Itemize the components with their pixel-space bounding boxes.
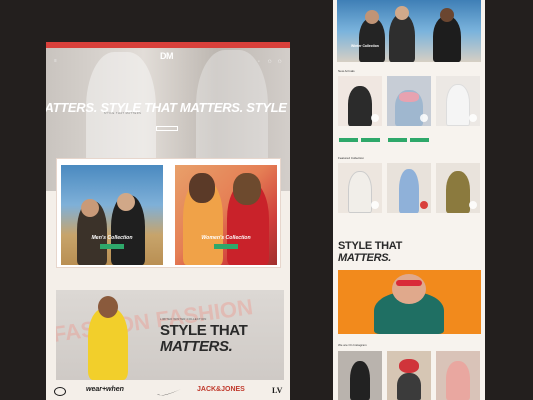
buy-now-button[interactable] (410, 138, 429, 142)
winter-model-1 (359, 18, 385, 62)
new-arrivals-heading: New Arrivals (338, 69, 355, 73)
hero-marquee-text: MATTERS. STYLE THAT MATTERS. STYLE THAT (46, 100, 290, 115)
collections-section: Men's Collection Women's Collection (56, 158, 281, 268)
wishlist-icon[interactable] (420, 114, 428, 122)
instagram-photo-hat (399, 359, 419, 373)
product-flowers (399, 92, 419, 102)
promo-link[interactable] (160, 362, 161, 365)
add-to-cart-button[interactable] (388, 138, 407, 142)
product-card[interactable] (436, 163, 480, 233)
promo-title-line2: MATTERS. (160, 338, 233, 355)
featured-collection-heading: Featured Collection (338, 156, 365, 160)
hero-shop-button[interactable] (156, 126, 178, 131)
instagram-photo-model (446, 361, 470, 400)
instagram-heading: We are On Instagram (338, 343, 367, 347)
wishlist-icon[interactable] (469, 114, 477, 122)
product-card[interactable] (387, 163, 431, 233)
user-icon[interactable]: ◯ (268, 59, 271, 63)
buy-now-button[interactable] (361, 138, 380, 142)
gucci-logo[interactable] (54, 387, 66, 396)
winter-collection-banner[interactable]: Winter Collection (337, 0, 481, 62)
lv-logo[interactable]: LV (272, 386, 282, 395)
add-to-cart-button[interactable] (339, 138, 358, 142)
mobile-big-title-line2: MATTERS. (338, 252, 392, 264)
winter-model-2 (389, 14, 415, 62)
wishlist-icon[interactable] (371, 114, 379, 122)
instagram-photo[interactable] (338, 351, 382, 400)
mobile-big-title-line1: STYLE THAT (338, 240, 403, 252)
brand-strip: wear+when JACK&JONES LV (46, 382, 290, 400)
promo-model-outfit (88, 308, 128, 380)
womens-collection-title: Women's Collection (201, 235, 251, 241)
winter-collection-label: Winter Collection (351, 44, 379, 48)
promo-eyebrow: LIMITED WINTER COLLECTION (160, 317, 207, 321)
product-card[interactable] (338, 163, 382, 233)
feature-model-sunglasses (396, 280, 422, 286)
mens-collection-title: Men's Collection (91, 235, 133, 241)
mens-collection-card[interactable]: Men's Collection (61, 165, 163, 265)
product-model (348, 171, 372, 213)
promo-title-line1: STYLE THAT (160, 322, 248, 339)
brand-logo[interactable]: DM (160, 51, 174, 61)
search-icon[interactable]: ⌕ (258, 59, 260, 63)
feature-model-head (392, 274, 426, 304)
brand-wear-when[interactable]: wear+when (86, 386, 124, 393)
cart-icon[interactable]: ◯ (278, 59, 281, 63)
wishlist-icon[interactable] (420, 201, 428, 209)
promo-title: STYLE THAT MATTERS. (160, 322, 248, 355)
brand-jack-jones[interactable]: JACK&JONES (197, 386, 245, 393)
product-card[interactable] (387, 76, 431, 146)
product-model (446, 84, 470, 126)
homepage-mobile-mockup: Winter Collection New Arrivals Featured … (333, 0, 485, 400)
nike-swoosh-logo[interactable] (156, 388, 182, 397)
women-model-1-hair (189, 173, 215, 203)
mens-shop-button[interactable] (100, 244, 124, 249)
wishlist-icon[interactable] (469, 201, 477, 209)
orange-feature-banner[interactable] (338, 270, 481, 334)
promo-banner: FASHION FASHION LIMITED WINTER COLLECTIO… (56, 290, 284, 380)
womens-shop-button[interactable] (214, 244, 238, 249)
instagram-photo-model (397, 373, 421, 400)
winter-model-3-head (440, 8, 454, 22)
winter-model-2-head (395, 6, 409, 20)
instagram-photo-model (350, 361, 370, 400)
promo-model-head (98, 296, 118, 318)
instagram-photo[interactable] (387, 351, 431, 400)
wishlist-icon[interactable] (371, 201, 379, 209)
promo-model (82, 294, 134, 380)
product-card[interactable] (436, 76, 480, 146)
men-model-1-head (81, 199, 99, 217)
men-model-2-head (117, 193, 135, 211)
women-model-2-hair (233, 173, 261, 205)
product-model (399, 169, 419, 213)
product-card[interactable] (338, 76, 382, 146)
mobile-big-title: STYLE THAT MATTERS. (338, 240, 402, 264)
homepage-desktop-mockup: STYLE THAT MATTERS ☰ ◯ ◯ ⌕ DM MATTERS. S… (46, 42, 290, 400)
menu-icon[interactable]: ☰ (54, 59, 57, 63)
product-model (446, 171, 470, 213)
womens-collection-card[interactable]: Women's Collection (175, 165, 277, 265)
winter-model-3 (433, 16, 461, 62)
instagram-photo[interactable] (436, 351, 480, 400)
product-model (348, 86, 372, 126)
winter-model-1-head (365, 10, 379, 24)
